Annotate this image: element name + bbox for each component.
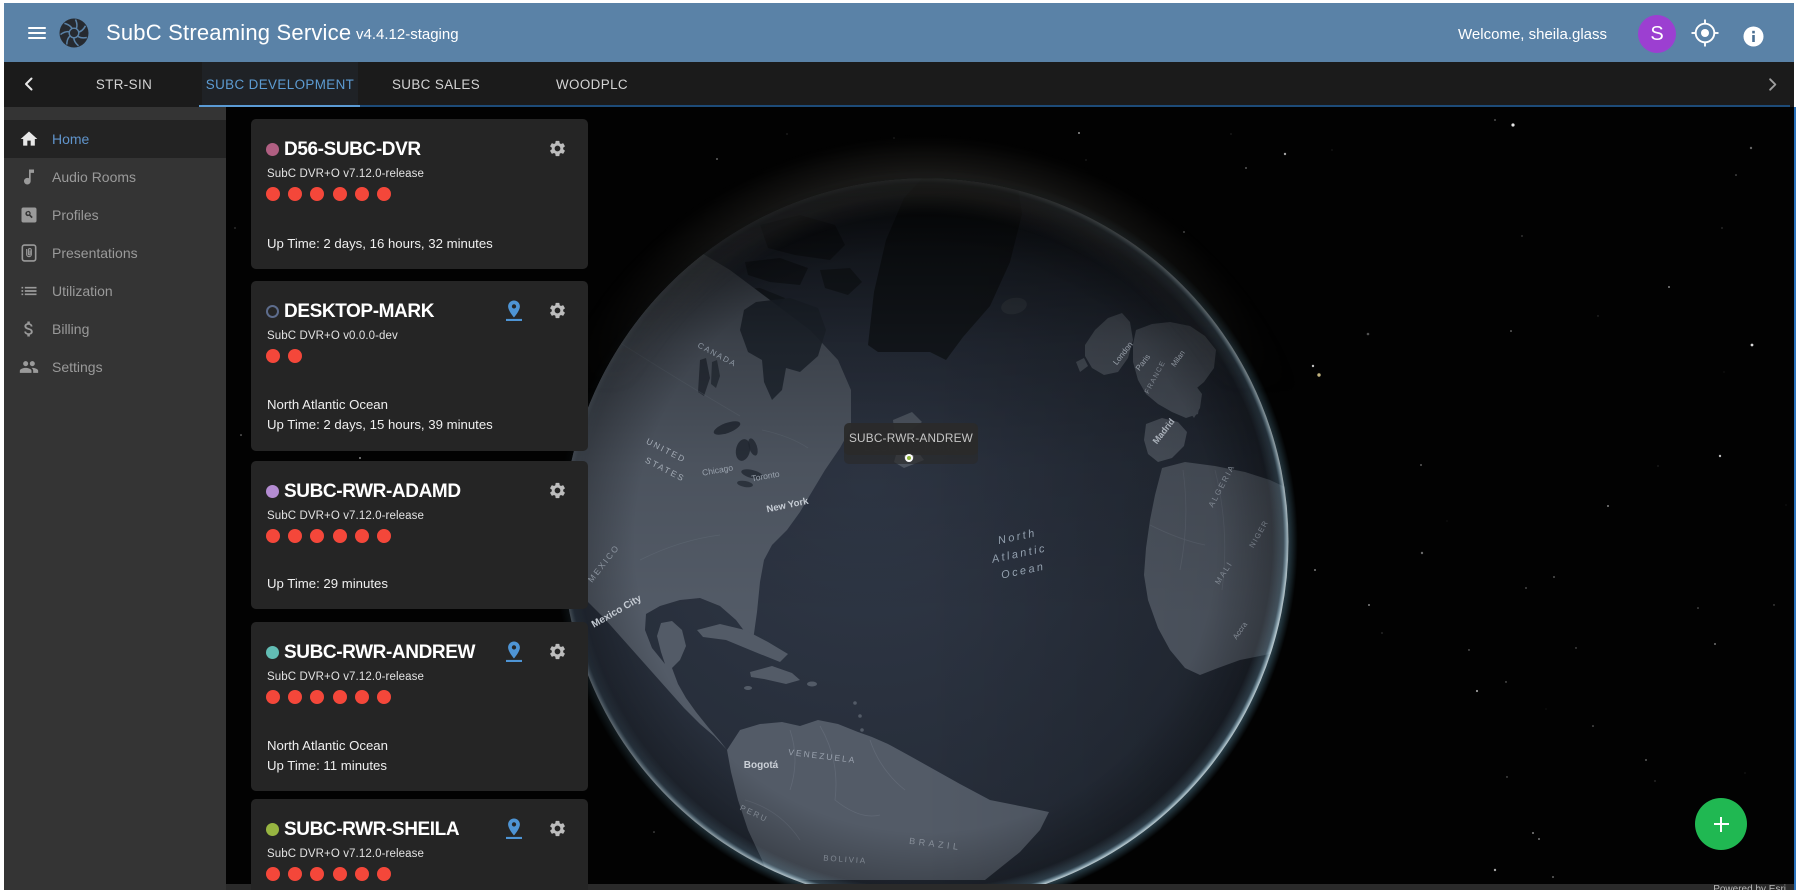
svg-text:Bogotá: Bogotá	[744, 760, 779, 771]
